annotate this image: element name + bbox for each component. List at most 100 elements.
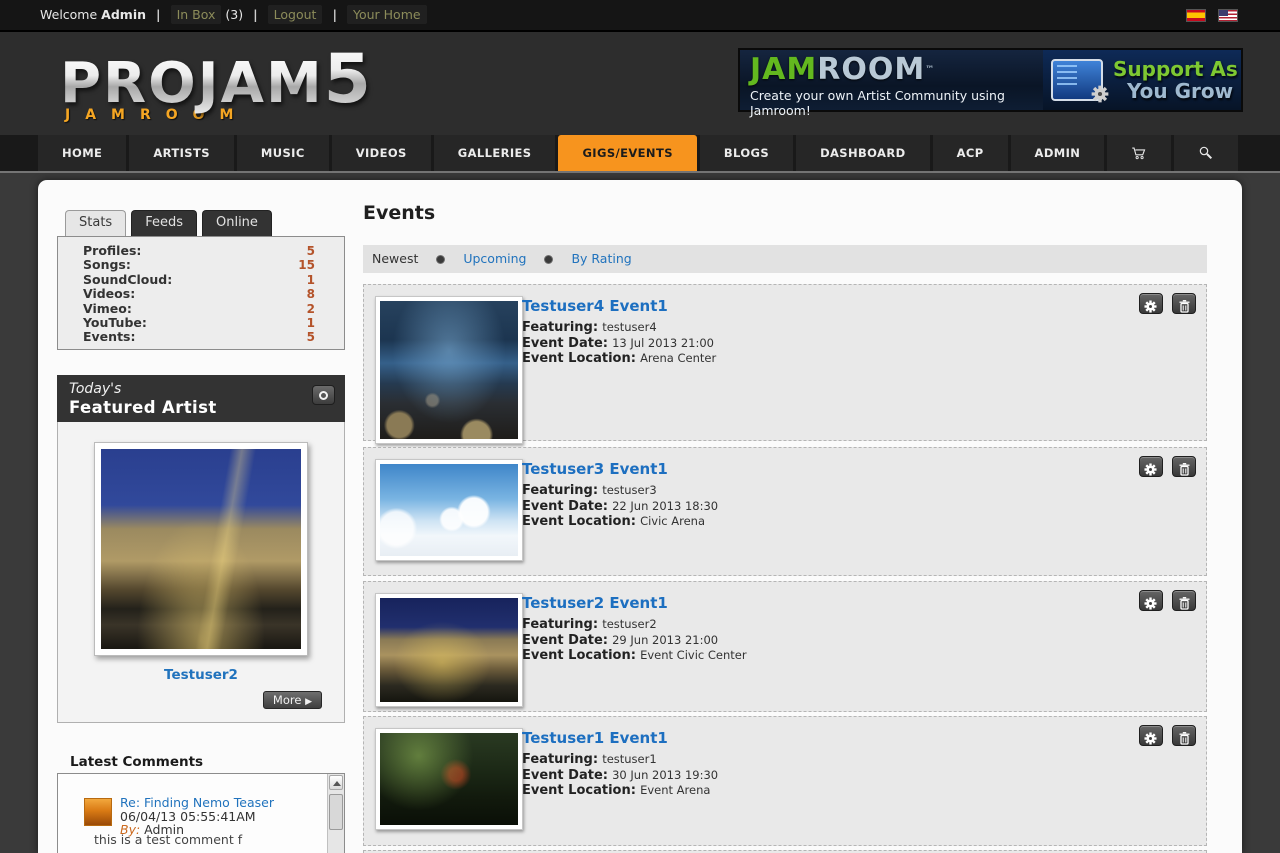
logout-link[interactable]: Logout: [268, 5, 323, 24]
colosseum-photo: [101, 449, 301, 649]
nav-item-blogs[interactable]: BLOGS: [700, 135, 793, 171]
location-value: Event Civic Center: [640, 648, 747, 662]
delete-button[interactable]: [1172, 293, 1196, 314]
stat-label: Videos:: [83, 287, 135, 301]
stat-row-profiles: Profiles: 5: [58, 244, 344, 258]
featured-artist-name-link[interactable]: Testuser2: [58, 667, 344, 683]
welcome-label: Welcome: [40, 7, 97, 22]
event-title-link[interactable]: Testuser2 Event1: [522, 594, 747, 612]
event-date-line: Event Date: 30 Jun 2013 19:30: [522, 768, 718, 784]
scrollbar-thumb[interactable]: [329, 794, 343, 830]
nav-item-gigs-events[interactable]: GIGS/EVENTS: [558, 135, 696, 171]
date-value: 13 Jul 2013 21:00: [612, 336, 714, 350]
event-featuring-line: Featuring: testuser1: [522, 752, 718, 768]
trash-icon: [1179, 300, 1190, 313]
search-button[interactable]: [1174, 135, 1238, 171]
featured-artist-photo[interactable]: [94, 442, 308, 656]
stormy-sea-photo: [380, 301, 518, 439]
filter-by-rating[interactable]: By Rating: [571, 251, 631, 266]
monitor-screen: [1057, 65, 1077, 87]
bullet-separator-icon: [544, 255, 553, 264]
settings-button[interactable]: [1139, 725, 1163, 746]
nav-item-acp[interactable]: ACP: [933, 135, 1008, 171]
event-location-line: Event Location: Arena Center: [522, 351, 716, 367]
event-image-link[interactable]: [375, 296, 523, 444]
jamroom-banner-ad[interactable]: JAMROOM™ Create your own Artist Communit…: [738, 48, 1243, 112]
comment-thumbnail[interactable]: [84, 798, 112, 826]
tab-online[interactable]: Online: [202, 210, 272, 236]
stat-label: Events:: [83, 330, 135, 344]
event-title-link[interactable]: Testuser4 Event1: [522, 297, 716, 315]
dark-fantasy-photo: [380, 733, 518, 825]
event-image-link[interactable]: [375, 593, 523, 707]
cart-button[interactable]: [1107, 135, 1171, 171]
nav-item-admin[interactable]: ADMIN: [1011, 135, 1105, 171]
featured-refresh-button[interactable]: [312, 385, 335, 405]
tab-stats[interactable]: Stats: [65, 210, 126, 236]
date-value: 22 Jun 2013 18:30: [612, 499, 718, 513]
featuring-value: testuser3: [602, 483, 657, 497]
scrollbar-up-arrow[interactable]: [329, 775, 343, 790]
event-title-link[interactable]: Testuser1 Event1: [522, 729, 718, 747]
stat-label: SoundCloud:: [83, 273, 172, 287]
date-label: Event Date:: [522, 768, 608, 783]
support-line1: Support As: [1113, 58, 1238, 80]
featuring-value: testuser4: [602, 320, 657, 334]
your-home-link[interactable]: Your Home: [347, 5, 427, 24]
settings-button[interactable]: [1139, 293, 1163, 314]
nav-item-home[interactable]: HOME: [38, 135, 126, 171]
trademark-symbol: ™: [925, 65, 935, 75]
support-slogan: Support As You Grow: [1113, 58, 1238, 102]
separator: |: [326, 7, 343, 22]
separator: |: [150, 7, 167, 22]
page: Welcome Admin | In Box (3) | Logout | Yo…: [0, 0, 1280, 853]
location-label: Event Location:: [522, 648, 636, 663]
event-image-link[interactable]: [375, 459, 523, 561]
usa-flag-icon[interactable]: [1218, 9, 1238, 22]
settings-button[interactable]: [1139, 456, 1163, 477]
username: Admin: [101, 7, 146, 22]
comment-text: Re: Finding Nemo Teaser 06/04/13 05:55:4…: [120, 796, 314, 837]
delete-button[interactable]: [1172, 590, 1196, 611]
featuring-label: Featuring:: [522, 320, 598, 335]
event-date-line: Event Date: 13 Jul 2013 21:00: [522, 336, 716, 352]
event-card: Testuser1 Event1 Featuring: testuser1 Ev…: [363, 716, 1207, 846]
jamroom-brand: JAMROOM™: [750, 54, 1035, 86]
nav-item-dashboard[interactable]: DASHBOARD: [796, 135, 930, 171]
support-line2: You Grow: [1113, 80, 1238, 102]
nav-item-music[interactable]: MUSIC: [237, 135, 329, 171]
gear-icon: [1144, 732, 1157, 745]
tab-feeds[interactable]: Feeds: [131, 210, 197, 236]
location-label: Event Location:: [522, 783, 636, 798]
more-button[interactable]: More ▶: [263, 691, 322, 709]
location-label: Event Location:: [522, 514, 636, 529]
date-value: 30 Jun 2013 19:30: [612, 768, 718, 782]
search-icon: [1198, 142, 1214, 164]
stat-row-videos: Videos: 8: [58, 287, 344, 301]
date-value: 29 Jun 2013 21:00: [612, 633, 718, 647]
settings-button[interactable]: [1139, 590, 1163, 611]
trash-icon: [1179, 463, 1190, 476]
comment-timestamp: 06/04/13 05:55:41AM: [120, 810, 314, 824]
filter-upcoming[interactable]: Upcoming: [463, 251, 526, 266]
sidebar-tabs: Stats Feeds Online: [65, 210, 277, 237]
filter-newest[interactable]: Newest: [372, 251, 418, 266]
event-date-line: Event Date: 29 Jun 2013 21:00: [522, 633, 747, 649]
comment-title-link[interactable]: Re: Finding Nemo Teaser: [120, 796, 314, 810]
trash-icon: [1179, 597, 1190, 610]
spain-flag-icon[interactable]: [1186, 9, 1206, 22]
event-image-link[interactable]: [375, 728, 523, 830]
location-label: Event Location:: [522, 351, 636, 366]
comment-preview-clipped: this is a test comment f: [94, 832, 294, 847]
featured-artist-header: Today's Featured Artist: [57, 375, 345, 422]
nav-item-videos[interactable]: VIDEOS: [332, 135, 431, 171]
event-featuring-line: Featuring: testuser2: [522, 617, 747, 633]
delete-button[interactable]: [1172, 456, 1196, 477]
nav-item-galleries[interactable]: GALLERIES: [434, 135, 556, 171]
nav-item-artists[interactable]: ARTISTS: [129, 135, 234, 171]
delete-button[interactable]: [1172, 725, 1196, 746]
inbox-link[interactable]: In Box: [171, 5, 222, 24]
site-logo[interactable]: PROJAM5 JAMROOM: [60, 40, 373, 123]
event-title-link[interactable]: Testuser3 Event1: [522, 460, 718, 478]
logo-five: 5: [324, 40, 373, 119]
